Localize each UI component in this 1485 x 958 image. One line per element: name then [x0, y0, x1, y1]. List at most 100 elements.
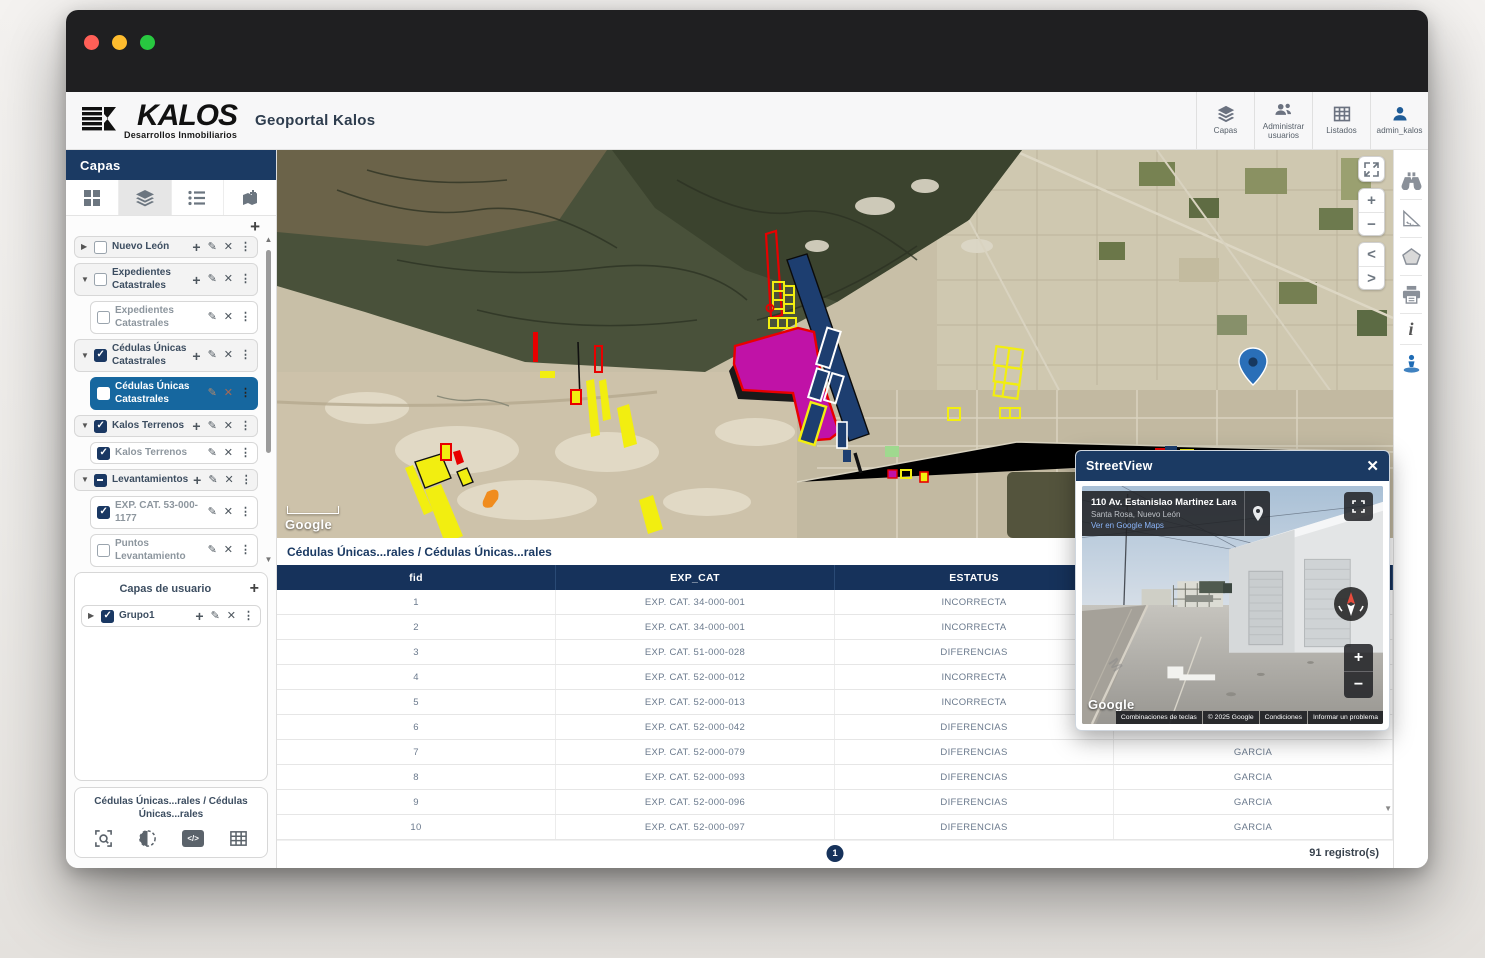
- edit-icon[interactable]: ✎: [208, 274, 217, 285]
- add-icon[interactable]: +: [192, 273, 200, 287]
- contrast-icon[interactable]: [138, 829, 157, 848]
- edit-icon[interactable]: ✎: [208, 545, 217, 556]
- layer-checkbox-checked[interactable]: [94, 420, 107, 433]
- report-problem-link[interactable]: Informar un problema: [1308, 711, 1383, 724]
- scroll-down-icon[interactable]: ▼: [264, 556, 273, 564]
- edit-icon[interactable]: ✎: [208, 507, 217, 518]
- streetview-zoom-out-button[interactable]: −: [1344, 671, 1373, 698]
- layer-group-nuevo-leon[interactable]: ▶ Nuevo León +✎✕⋮: [74, 236, 258, 258]
- layer-checkbox-checked[interactable]: [97, 387, 110, 400]
- delete-icon[interactable]: ✕: [224, 545, 233, 556]
- column-header-fid[interactable]: fid: [277, 565, 556, 590]
- table-row[interactable]: 9 EXP. CAT. 52-000-096 DIFERENCIAS GARCI…: [277, 790, 1393, 815]
- edit-icon[interactable]: ✎: [208, 421, 217, 432]
- listados-button[interactable]: Listados: [1312, 92, 1370, 149]
- info-tool-button[interactable]: i: [1394, 314, 1428, 344]
- delete-icon[interactable]: ✕: [224, 507, 233, 518]
- scroll-up-icon[interactable]: ▲: [264, 236, 273, 244]
- caret-right-icon[interactable]: ▶: [88, 612, 96, 620]
- administrar-usuarios-button[interactable]: Administrar usuarios: [1254, 92, 1312, 149]
- delete-icon[interactable]: ✕: [227, 611, 236, 622]
- zoom-to-layer-icon[interactable]: [94, 829, 113, 848]
- attribute-table-icon[interactable]: [229, 829, 248, 848]
- delete-icon[interactable]: ✕: [225, 475, 234, 486]
- layer-checkbox-mixed[interactable]: [94, 474, 107, 487]
- layer-checkbox-checked[interactable]: [101, 610, 114, 623]
- kebab-icon[interactable]: ⋮: [240, 242, 251, 253]
- edit-icon[interactable]: ✎: [208, 242, 217, 253]
- streetview-tool-button[interactable]: [1394, 345, 1428, 382]
- zoom-out-button[interactable]: −: [1359, 212, 1384, 235]
- delete-icon[interactable]: ✕: [224, 312, 233, 323]
- delete-icon[interactable]: ✕: [224, 388, 233, 399]
- layer-checkbox-checked[interactable]: [97, 506, 110, 519]
- capas-button[interactable]: Capas: [1196, 92, 1254, 149]
- minimize-window-button[interactable]: [112, 35, 127, 50]
- layer-group-expedientes[interactable]: ▼ Expedientes Catastrales +✎✕⋮: [74, 263, 258, 296]
- tab-layers[interactable]: [119, 180, 172, 215]
- delete-icon[interactable]: ✕: [224, 448, 233, 459]
- delete-icon[interactable]: ✕: [224, 274, 233, 285]
- keyboard-shortcuts-link[interactable]: Combinaciones de teclas: [1116, 711, 1202, 724]
- streetview-titlebar[interactable]: StreetView ✕: [1076, 451, 1389, 481]
- add-icon[interactable]: +: [193, 473, 201, 487]
- delete-icon[interactable]: ✕: [224, 421, 233, 432]
- pin-button[interactable]: [1244, 491, 1270, 536]
- kebab-icon[interactable]: ⋮: [240, 545, 251, 556]
- add-user-layer-icon[interactable]: +: [250, 581, 259, 597]
- layer-checkbox-checked[interactable]: [94, 349, 107, 362]
- add-icon[interactable]: +: [192, 240, 200, 254]
- streetview-image[interactable]: M 110 Av. Estanislao Martinez Lara Santa…: [1082, 486, 1383, 724]
- previous-extent-button[interactable]: <: [1359, 243, 1384, 266]
- add-icon[interactable]: +: [195, 609, 203, 623]
- column-header-exp-cat[interactable]: EXP_CAT: [556, 565, 835, 590]
- kebab-icon[interactable]: ⋮: [243, 611, 254, 622]
- table-row[interactable]: 10 EXP. CAT. 52-000-097 DIFERENCIAS GARC…: [277, 815, 1393, 840]
- delete-icon[interactable]: ✕: [224, 242, 233, 253]
- search-tool-button[interactable]: [1394, 162, 1428, 199]
- layer-checkbox[interactable]: [94, 241, 107, 254]
- layer-exp-cat-53[interactable]: EXP. CAT. 53-000-1177 ✎✕⋮: [90, 496, 258, 529]
- caret-right-icon[interactable]: ▶: [81, 243, 89, 251]
- layer-cedulas-catastrales-selected[interactable]: Cédulas Únicas Catastrales ✎✕⋮: [90, 377, 258, 410]
- maximize-window-button[interactable]: [140, 35, 155, 50]
- next-extent-button[interactable]: >: [1359, 266, 1384, 289]
- layer-puntos-levantamiento[interactable]: Puntos Levantamiento ✎✕⋮: [90, 534, 258, 567]
- kebab-icon[interactable]: ⋮: [240, 274, 251, 285]
- measure-tool-button[interactable]: [1394, 200, 1428, 237]
- layer-group-levantamientos[interactable]: ▼ Levantamientos +✎✕⋮: [74, 469, 258, 491]
- kebab-icon[interactable]: ⋮: [240, 448, 251, 459]
- print-button[interactable]: [1394, 276, 1428, 313]
- draw-polygon-button[interactable]: [1394, 238, 1428, 275]
- streetview-fullscreen-button[interactable]: [1344, 492, 1373, 521]
- layer-checkbox[interactable]: [97, 311, 110, 324]
- code-icon[interactable]: </>: [182, 830, 204, 847]
- layer-checkbox[interactable]: [97, 544, 110, 557]
- layer-group-cedulas[interactable]: ▼ Cédulas Únicas Catastrales +✎✕⋮: [74, 339, 258, 372]
- terms-link[interactable]: Condiciones: [1260, 711, 1307, 724]
- layer-group-kalos-terrenos[interactable]: ▼ Kalos Terrenos +✎✕⋮: [74, 415, 258, 437]
- scrollbar-thumb[interactable]: [266, 250, 271, 453]
- scroll-down-icon[interactable]: ▼: [1384, 805, 1392, 813]
- layer-expedientes-catastrales[interactable]: Expedientes Catastrales ✎✕⋮: [90, 301, 258, 334]
- add-icon[interactable]: +: [192, 419, 200, 433]
- edit-icon[interactable]: ✎: [208, 350, 217, 361]
- layer-checkbox[interactable]: [94, 273, 107, 286]
- layer-kalos-terrenos[interactable]: Kalos Terrenos ✎✕⋮: [90, 442, 258, 464]
- kebab-icon[interactable]: ⋮: [240, 507, 251, 518]
- kebab-icon[interactable]: ⋮: [240, 388, 251, 399]
- tab-add-map[interactable]: [224, 180, 276, 215]
- layer-checkbox-checked[interactable]: [97, 447, 110, 460]
- google-maps-link[interactable]: Ver en Google Maps: [1091, 521, 1236, 530]
- compass-control[interactable]: [1331, 584, 1371, 624]
- close-window-button[interactable]: [84, 35, 99, 50]
- edit-icon[interactable]: ✎: [208, 312, 217, 323]
- sidebar-scrollbar[interactable]: ▲ ▼: [264, 236, 273, 564]
- zoom-in-button[interactable]: +: [1359, 189, 1384, 212]
- caret-down-icon[interactable]: ▼: [81, 352, 89, 360]
- admin-user-button[interactable]: admin_kalos: [1370, 92, 1428, 149]
- layer-group-grupo1[interactable]: ▶ Grupo1 +✎✕⋮: [81, 605, 261, 627]
- add-layer-icon[interactable]: +: [250, 218, 260, 235]
- tab-basemaps[interactable]: [66, 180, 119, 215]
- column-header-estatus[interactable]: ESTATUS: [835, 565, 1114, 590]
